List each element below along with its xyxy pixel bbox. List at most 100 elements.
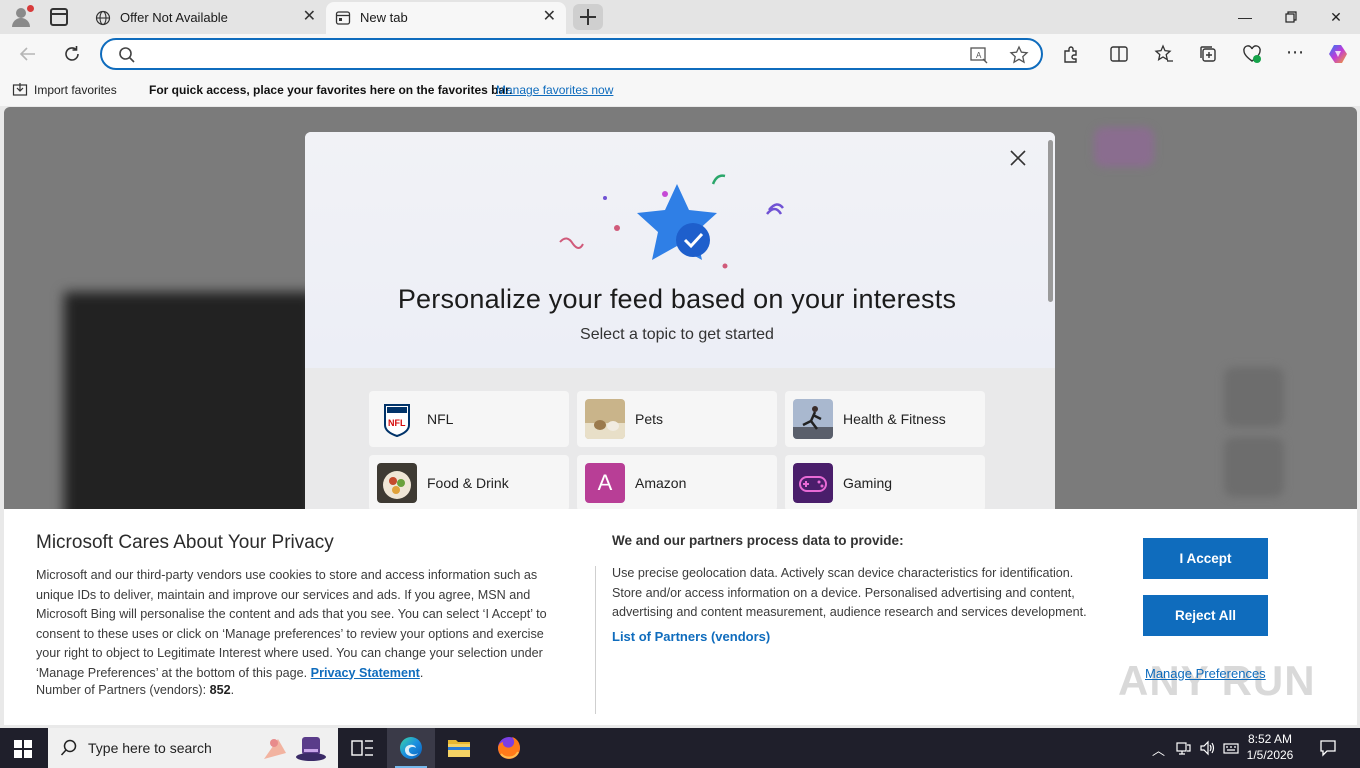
browser-essentials-icon[interactable] [1242,44,1262,64]
pets-photo-icon [585,399,625,439]
windows-taskbar: Type here to search ︿ 8:52 AM 1/5/2026 [0,728,1360,768]
address-toolbar: A ⋯ [0,34,1360,74]
volume-icon[interactable] [1199,740,1217,756]
taskbar-edge-app[interactable] [387,728,435,768]
nfl-logo-icon: NFL [384,404,410,438]
privacy-body-text: Microsoft and our third-party vendors us… [36,568,547,680]
tab-offer-not-available[interactable]: Offer Not Available ✕ [86,2,326,34]
import-icon [12,83,28,96]
fitness-photo-icon [793,399,833,439]
edge-browser-icon [400,737,422,759]
more-options-icon[interactable]: ⋯ [1286,42,1306,62]
windows-start-icon[interactable] [14,740,32,758]
taskbar-search-box[interactable]: Type here to search [48,728,338,768]
amazon-letter-icon: A [585,463,625,503]
taskbar-clock[interactable]: 8:52 AM 1/5/2026 [1240,731,1300,763]
restore-icon [1285,11,1297,23]
accept-button[interactable]: I Accept [1143,538,1268,579]
tab-close-icon[interactable]: ✕ [303,9,316,25]
personalize-feed-dialog: Personalize your feed based on your inte… [305,132,1055,512]
gamepad-icon [793,463,833,503]
import-favorites-button[interactable]: Import favorites [12,82,117,98]
vendors-list-link[interactable]: List of Partners (vendors) [612,629,770,644]
blurred-tile [1224,437,1284,497]
reject-all-button[interactable]: Reject All [1143,595,1268,636]
dialog-subtitle: Select a topic to get started [580,326,774,343]
topic-gaming[interactable]: Gaming [785,455,985,511]
collections-icon[interactable] [1198,44,1218,64]
dialog-title: Personalize your feed based on your inte… [397,284,957,314]
taskbar-search-placeholder: Type here to search [88,740,212,756]
keyboard-icon[interactable] [1223,740,1239,756]
manage-favorites-link[interactable]: Manage favorites now [496,83,613,97]
network-icon[interactable] [1175,740,1191,756]
process-title: We and our partners process data to prov… [612,533,904,548]
topic-label: NFL [427,411,454,427]
back-arrow-icon[interactable] [17,43,39,65]
import-favorites-label: Import favorites [34,83,117,97]
close-window-button[interactable]: ✕ [1322,6,1350,28]
topic-label: Amazon [635,475,687,491]
svg-text:A: A [976,51,982,60]
favorites-icon[interactable] [1154,44,1174,64]
process-body: Use precise geolocation data. Actively s… [612,566,1087,619]
topic-pets[interactable]: Pets [577,391,777,447]
refresh-icon[interactable] [61,43,83,65]
search-icon [119,47,135,63]
dialog-scrollbar[interactable] [1048,140,1053,302]
close-dialog-icon[interactable] [1008,148,1028,168]
search-icon [60,739,77,756]
restore-button[interactable] [1277,6,1305,28]
partners-number: 852 [209,683,231,697]
topic-label: Food & Drink [427,475,509,491]
topic-label: Health & Fitness [843,411,946,427]
anyrun-watermark: ANY RUN [1118,657,1316,704]
tab-close-icon[interactable]: ✕ [543,9,556,25]
privacy-consent-banner: Microsoft Cares About Your Privacy Micro… [4,509,1357,725]
search-highlight-icon [264,737,326,761]
topic-label: Gaming [843,475,893,491]
manage-preferences-link[interactable]: Manage Preferences [1145,666,1266,681]
tab-new-tab[interactable]: New tab ✕ [326,2,566,34]
tray-overflow-chevron-icon[interactable]: ︿ [1152,740,1165,759]
blurred-tile [1094,127,1154,167]
new-tab-button[interactable] [573,4,603,30]
favorite-star-icon[interactable] [1009,45,1029,65]
copilot-icon[interactable] [1327,43,1349,65]
firefox-icon[interactable] [485,728,533,768]
clock-date: 1/5/2026 [1246,748,1294,762]
topic-nfl[interactable]: NFL NFL [369,391,569,447]
tab-actions-icon[interactable] [50,8,68,26]
address-bar[interactable]: A [100,38,1043,70]
tab-strip: Offer Not Available ✕ New tab ✕ — ✕ [0,0,1360,34]
new-tab-page-icon [335,11,351,25]
privacy-statement-link[interactable]: Privacy Statement [311,666,420,680]
address-input[interactable] [142,44,962,64]
tab-label: Offer Not Available [120,10,228,25]
privacy-title: Microsoft Cares About Your Privacy [36,532,334,553]
split-screen-icon[interactable] [1109,44,1129,64]
partners-label: Number of Partners (vendors): [36,683,207,697]
favorites-bar: Import favorites For quick access, place… [0,74,1360,106]
globe-icon [95,10,111,26]
topic-health-fitness[interactable]: Health & Fitness [785,391,985,447]
partners-count: Number of Partners (vendors): 852. [36,683,235,697]
svg-text:NFL: NFL [388,418,406,428]
task-view-icon[interactable] [338,728,386,768]
tab-label: New tab [360,10,408,25]
notifications-icon[interactable] [1319,739,1337,757]
file-explorer-icon[interactable] [435,728,483,768]
celebration-star-icon [559,174,784,269]
extensions-icon[interactable] [1061,44,1081,64]
immersive-reader-icon[interactable]: A [969,45,989,65]
topic-food-drink[interactable]: Food & Drink [369,455,569,511]
topic-label: Pets [635,411,664,427]
favorites-hint: For quick access, place your favorites h… [149,83,513,97]
profile-avatar-icon[interactable] [8,5,34,29]
banner-divider [595,566,596,714]
clock-time: 8:52 AM [1247,732,1293,746]
minimize-button[interactable]: — [1231,6,1259,28]
privacy-body: Microsoft and our third-party vendors us… [36,568,547,680]
food-photo-icon [377,463,417,503]
topic-amazon[interactable]: A Amazon [577,455,777,511]
